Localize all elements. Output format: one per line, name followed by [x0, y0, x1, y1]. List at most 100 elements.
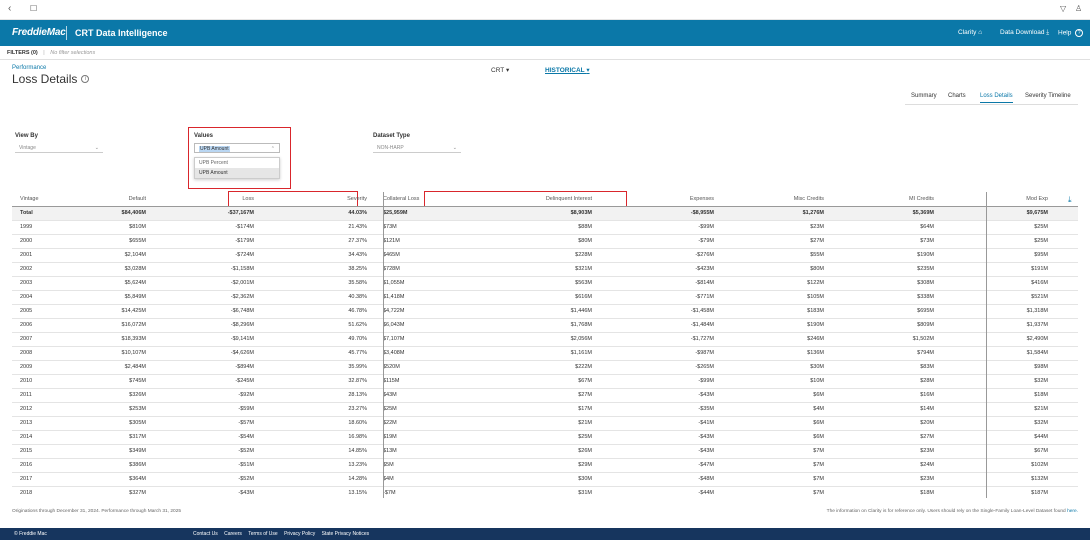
footer-link-terms-of-use[interactable]: Terms of Use: [248, 531, 277, 537]
table-cell: $5M: [375, 458, 471, 473]
table-cell: $10,107M: [74, 346, 154, 361]
clarity-label: Clarity: [958, 29, 977, 36]
table-row: 2003 $5,624M -$2,001M 35.58% $1,055M $563M -$8…: [12, 276, 1078, 291]
tabs-underline: [905, 104, 1078, 105]
footer-link-contact-us[interactable]: Contact Us: [193, 531, 218, 537]
table-cell: $616M: [471, 290, 600, 305]
table-cell: $29M: [471, 458, 600, 473]
table-cell: -$37,167M: [154, 206, 262, 221]
column-header-vintage[interactable]: Vintage: [12, 192, 74, 207]
table-cell: $1,768M: [471, 318, 600, 333]
table-cell: -$724M: [154, 248, 262, 263]
table-cell: $386M: [74, 458, 154, 473]
table-cell: $31M: [471, 486, 600, 498]
dataset-type-select[interactable]: NON-HARP ⌄: [373, 143, 461, 153]
filter-icon[interactable]: ▽: [1060, 3, 1066, 15]
table-cell: 27.37%: [262, 234, 375, 249]
table-cell: $67M: [471, 374, 600, 389]
table-cell: 1999: [12, 220, 74, 235]
table-cell: 46.78%: [262, 304, 375, 319]
table-cell: $132M: [942, 472, 1078, 487]
table-cell: $4M: [375, 472, 471, 487]
filters-count[interactable]: FILTERS (0): [7, 50, 38, 56]
footer-link-state-privacy-notices[interactable]: State Privacy Notices: [322, 531, 370, 537]
table-cell: $26M: [471, 444, 600, 459]
table-cell: $84,406M: [74, 206, 154, 221]
bookmark-icon[interactable]: ☐: [30, 3, 37, 15]
table-cell: $728M: [375, 262, 471, 277]
tab-loss-details[interactable]: Loss Details: [980, 93, 1013, 103]
table-cell: $563M: [471, 276, 600, 291]
table-cell: $305M: [74, 416, 154, 431]
user-icon[interactable]: ♙: [1075, 3, 1082, 15]
table-cell: $7M: [722, 472, 832, 487]
column-header-default[interactable]: Default: [74, 192, 154, 207]
page-title-text: Loss Details: [12, 72, 78, 86]
clarity-link[interactable]: Clarity ⌂: [958, 29, 982, 36]
table-cell: -$245M: [154, 374, 262, 389]
table-cell: -$4,626M: [154, 346, 262, 361]
header-divider: [66, 26, 67, 40]
table-cell: $190M: [722, 318, 832, 333]
breadcrumb[interactable]: Performance: [12, 65, 46, 71]
table-cell: $326M: [74, 388, 154, 403]
crt-dropdown[interactable]: CRT ▾: [491, 66, 509, 74]
column-header-expenses[interactable]: Expenses: [600, 192, 722, 207]
page-title: Loss Details i: [12, 72, 90, 86]
table-cell: $27M: [722, 234, 832, 249]
table-cell: 44.03%: [262, 206, 375, 221]
table-cell: $73M: [375, 220, 471, 235]
info-icon[interactable]: i: [81, 75, 90, 83]
table-cell: $25M: [942, 220, 1078, 235]
freddie-mac-logo[interactable]: FreddieMac: [12, 27, 66, 38]
table-cell: 16.98%: [262, 430, 375, 445]
column-header-mod-exp[interactable]: Mod Exp: [942, 192, 1078, 207]
data-download-label: Data Download: [1000, 29, 1045, 36]
historical-dropdown[interactable]: HISTORICAL ▾: [545, 66, 590, 74]
table-cell: -$7M: [375, 486, 471, 498]
table-cell: $9,675M: [942, 206, 1078, 221]
table-cell: $809M: [832, 318, 942, 333]
footer-link-careers[interactable]: Careers: [224, 531, 242, 537]
table-download-icon[interactable]: ⤓: [1068, 195, 1072, 205]
tab-severity-timeline[interactable]: Severity Timeline: [1025, 93, 1071, 102]
column-header-misc-credits[interactable]: Misc Credits: [722, 192, 832, 207]
help-link[interactable]: Help ?: [1058, 29, 1084, 37]
table-cell: -$99M: [600, 374, 722, 389]
table-cell: -$8,955M: [600, 206, 722, 221]
table-cell: $23M: [832, 444, 942, 459]
table-cell: -$2,362M: [154, 290, 262, 305]
column-header-mi-credits[interactable]: MI Credits: [832, 192, 942, 207]
column-header-severity[interactable]: Severity: [262, 192, 375, 207]
footer-link-privacy-policy[interactable]: Privacy Policy: [284, 531, 315, 537]
tab-charts[interactable]: Charts: [948, 93, 966, 102]
table-cell: $187M: [942, 486, 1078, 498]
table-cell: $27M: [471, 388, 600, 403]
view-by-select[interactable]: Vintage ⌄: [15, 143, 103, 153]
data-download-link[interactable]: Data Download ⤓: [1000, 29, 1049, 37]
table-cell: $25M: [942, 234, 1078, 249]
table-cell: 2002: [12, 262, 74, 277]
footer-links: Contact Us Careers Terms of Use Privacy …: [193, 528, 374, 540]
column-header-collateral-loss[interactable]: Collateral Loss: [375, 192, 471, 207]
table-row: 2000 $655M -$179M 27.37% $121M $80M -$79M $27M $…: [12, 234, 1078, 249]
back-icon[interactable]: ‹: [8, 3, 11, 15]
dataset-link[interactable]: here.: [1067, 509, 1078, 514]
table-cell: $2,056M: [471, 332, 600, 347]
table-cell: -$987M: [600, 346, 722, 361]
table-cell: 13.15%: [262, 486, 375, 498]
table-cell: 23.27%: [262, 402, 375, 417]
column-header-loss[interactable]: Loss: [154, 192, 262, 207]
table-row: 2018 $327M -$43M 13.15% -$7M $31M -$44M $7M $18M…: [12, 486, 1078, 498]
table-cell: 2015: [12, 444, 74, 459]
tab-summary[interactable]: Summary: [911, 93, 937, 102]
table-cell: $121M: [375, 234, 471, 249]
table-cell: 40.38%: [262, 290, 375, 305]
table-cell: 13.23%: [262, 458, 375, 473]
table-cell: 28.13%: [262, 388, 375, 403]
table-row: 2006 $16,072M -$8,296M 51.62% $6,043M $1,768M…: [12, 318, 1078, 333]
table-cell: -$92M: [154, 388, 262, 403]
table-cell: $5,849M: [74, 290, 154, 305]
column-header-delinquent-interest[interactable]: Delinquent Interest: [471, 192, 600, 207]
table-cell: $18M: [942, 388, 1078, 403]
